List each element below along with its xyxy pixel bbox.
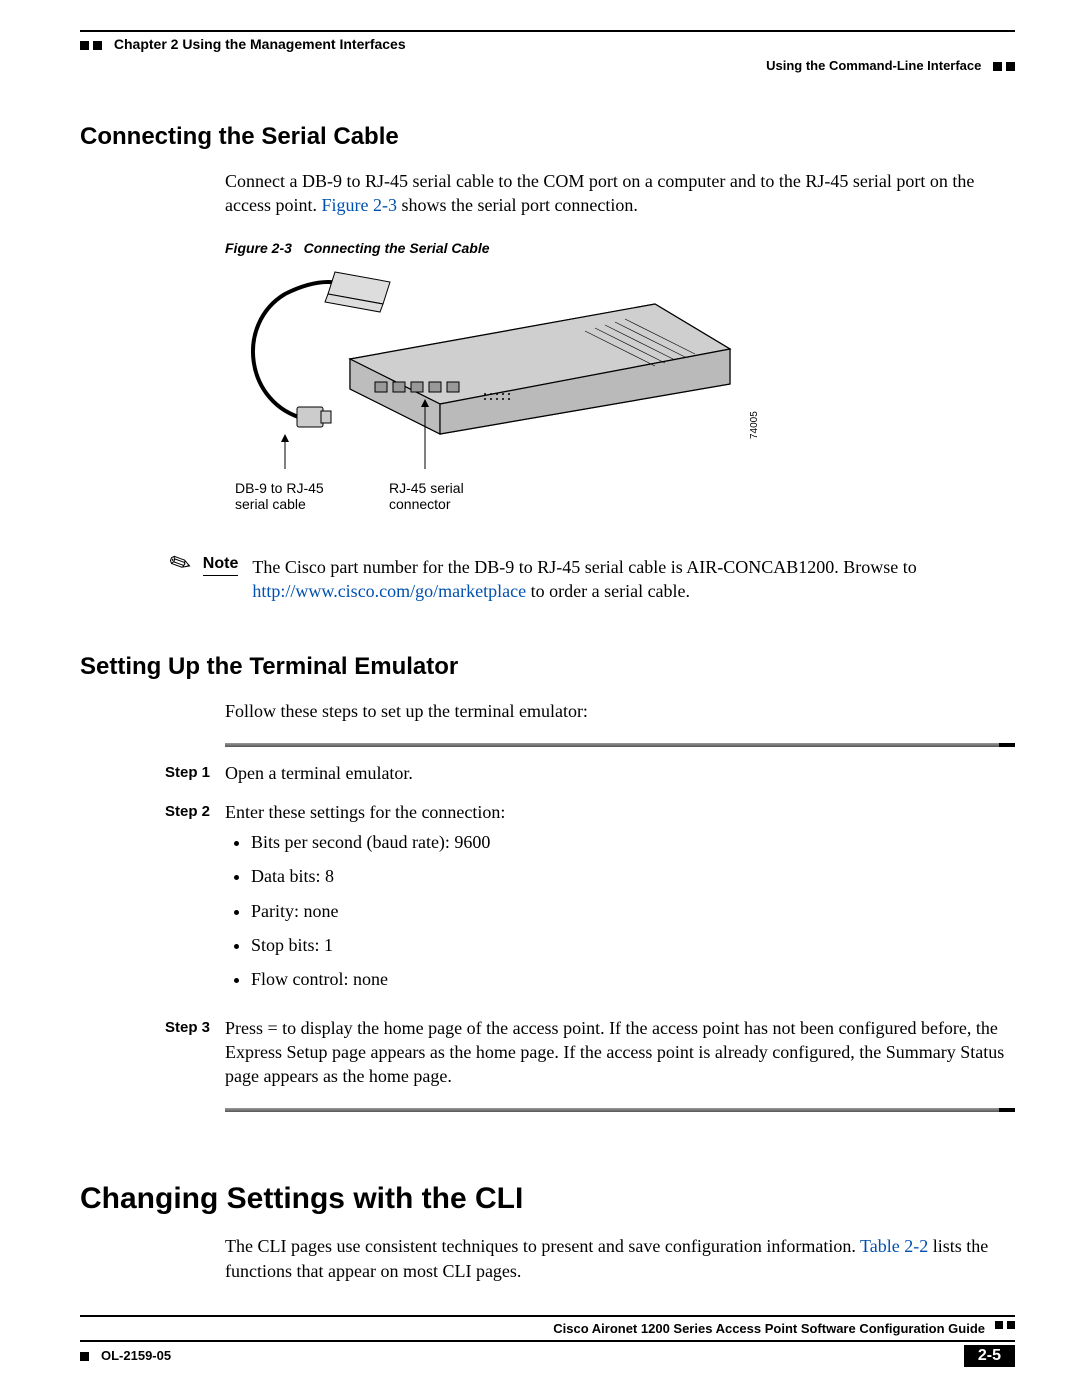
footer-ornament bbox=[995, 1321, 1015, 1336]
page-footer: Cisco Aironet 1200 Series Access Point S… bbox=[80, 1315, 1015, 1367]
step-text: Press = to display the home page of the … bbox=[225, 1016, 1015, 1089]
header-ornament-right bbox=[993, 62, 1015, 71]
note-label: Note bbox=[203, 555, 239, 576]
note-text: The Cisco part number for the DB-9 to RJ… bbox=[252, 555, 1015, 604]
figure-serial-cable: 74005 DB-9 to RJ-45 serial cable RJ-45 s… bbox=[225, 264, 765, 520]
section-right: Using the Command-Line Interface bbox=[766, 58, 981, 73]
steps-list: Step 1 Open a terminal emulator. Step 2 … bbox=[165, 761, 1015, 1088]
fig-label-rj45-1: RJ-45 serial bbox=[389, 480, 464, 497]
ornament-rule bbox=[225, 1108, 1015, 1112]
bullet-item: Bits per second (baud rate): 9600 bbox=[251, 830, 505, 854]
pencil-icon: ✎ bbox=[164, 545, 208, 606]
heading-changing-settings: Changing Settings with the CLI bbox=[80, 1182, 1015, 1216]
step-text: Open a terminal emulator. bbox=[225, 761, 413, 785]
guide-title: Cisco Aironet 1200 Series Access Point S… bbox=[553, 1321, 985, 1336]
para-terminal-intro: Follow these steps to set up the termina… bbox=[225, 699, 1015, 723]
header-ornament-left bbox=[80, 41, 102, 50]
step-text: Enter these settings for the connection:… bbox=[225, 800, 505, 1002]
para-connecting: Connect a DB-9 to RJ-45 serial cable to … bbox=[225, 169, 1015, 218]
bullet-item: Stop bits: 1 bbox=[251, 933, 505, 957]
svg-text:74005: 74005 bbox=[749, 410, 760, 438]
heading-terminal-emulator: Setting Up the Terminal Emulator bbox=[80, 653, 1015, 681]
step-label: Step 1 bbox=[165, 761, 225, 785]
heading-connecting-serial: Connecting the Serial Cable bbox=[80, 123, 1015, 151]
marketplace-link[interactable]: http://www.cisco.com/go/marketplace bbox=[252, 581, 526, 601]
step-label: Step 3 bbox=[165, 1016, 225, 1089]
bullet-item: Flow control: none bbox=[251, 967, 505, 991]
para-cli: The CLI pages use consistent techniques … bbox=[225, 1234, 1015, 1283]
page-number: 2-5 bbox=[964, 1345, 1015, 1367]
chapter-label: Chapter 2 Using the Management Interface… bbox=[114, 36, 406, 52]
table-ref-link[interactable]: Table 2-2 bbox=[860, 1236, 928, 1256]
footer-ornament-left bbox=[80, 1352, 89, 1361]
fig-label-rj45-2: connector bbox=[389, 496, 464, 513]
fig-label-db9-1: DB-9 to RJ-45 bbox=[235, 480, 324, 497]
fig-label-db9-2: serial cable bbox=[235, 496, 324, 513]
figure-ref-link[interactable]: Figure 2-3 bbox=[321, 195, 397, 215]
doc-id: OL-2159-05 bbox=[101, 1348, 171, 1363]
ornament-rule bbox=[225, 743, 1015, 747]
figure-caption: Figure 2-3 Connecting the Serial Cable bbox=[225, 240, 1015, 256]
bullet-item: Parity: none bbox=[251, 899, 505, 923]
bullet-item: Data bits: 8 bbox=[251, 864, 505, 888]
step-label: Step 2 bbox=[165, 800, 225, 1002]
